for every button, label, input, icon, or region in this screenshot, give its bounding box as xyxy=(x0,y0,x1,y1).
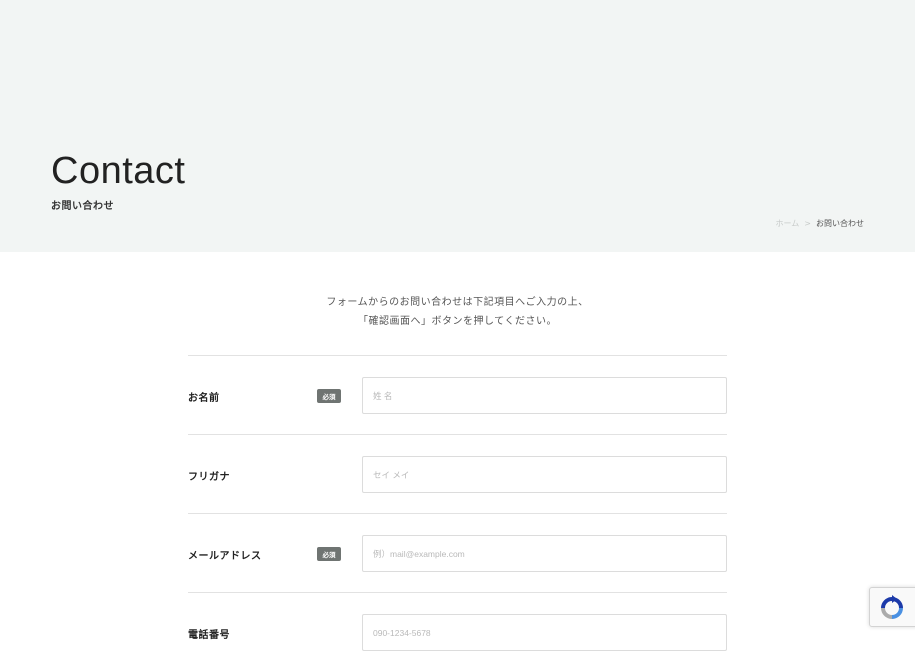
email-label: メールアドレス xyxy=(188,551,262,562)
contact-form: お名前 必須 フリガナ メールアドレス 必須 電話番号 xyxy=(188,355,727,671)
recaptcha-badge[interactable] xyxy=(869,587,915,627)
instructions-line-2: 「確認画面へ」ボタンを押してください。 xyxy=(358,316,557,327)
required-badge: 必須 xyxy=(317,389,341,403)
form-row-phone: 電話番号 xyxy=(188,592,727,671)
form-instructions: フォームからのお問い合わせは下記項目へご入力の上、 「確認画面へ」ボタンを押して… xyxy=(0,293,915,331)
furigana-label: フリガナ xyxy=(188,472,230,483)
page-title: Contact xyxy=(51,150,186,192)
phone-input[interactable] xyxy=(362,614,727,651)
page-subtitle: お問い合わせ xyxy=(51,201,114,212)
email-input[interactable] xyxy=(362,535,727,572)
breadcrumb-home-link[interactable]: ホーム xyxy=(776,218,800,229)
breadcrumb-separator: > xyxy=(804,219,811,228)
name-input[interactable] xyxy=(362,377,727,414)
furigana-input[interactable] xyxy=(362,456,727,493)
form-row-email: メールアドレス 必須 xyxy=(188,513,727,592)
instructions-line-1: フォームからのお問い合わせは下記項目へご入力の上、 xyxy=(326,297,589,308)
required-badge: 必須 xyxy=(317,547,341,561)
form-row-furigana: フリガナ xyxy=(188,434,727,513)
recaptcha-icon xyxy=(881,595,903,619)
breadcrumb: ホーム > お問い合わせ xyxy=(776,218,864,229)
name-label: お名前 xyxy=(188,393,220,404)
phone-label: 電話番号 xyxy=(188,630,230,641)
form-row-name: お名前 必須 xyxy=(188,355,727,434)
breadcrumb-current: お問い合わせ xyxy=(816,219,864,228)
page-header: Contact お問い合わせ ホーム > お問い合わせ xyxy=(0,0,915,252)
